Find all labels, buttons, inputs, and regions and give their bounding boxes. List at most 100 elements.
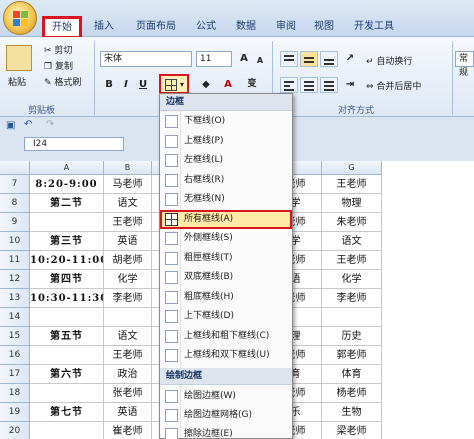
align-center-icon[interactable] — [300, 77, 318, 93]
border-dropdown-button[interactable]: ▾ — [159, 74, 189, 94]
table-cell[interactable]: 第七节 — [30, 403, 104, 422]
column-header[interactable]: A — [30, 161, 104, 175]
table-cell[interactable]: 第五节 — [30, 327, 104, 346]
table-cell[interactable]: 第三节 — [30, 232, 104, 251]
font-size-select[interactable]: 11 — [196, 51, 232, 67]
cut-button[interactable]: ✂ 剪切 — [44, 43, 72, 56]
table-cell[interactable] — [30, 384, 104, 403]
table-cell[interactable]: 英语 — [104, 232, 152, 251]
number-format-select[interactable]: 常规 — [455, 51, 474, 78]
save-icon[interactable]: ▣ — [6, 120, 15, 131]
row-header[interactable]: 9 — [0, 213, 30, 232]
shrink-font-button[interactable]: A — [252, 53, 268, 68]
name-box[interactable]: I24 — [24, 137, 124, 151]
office-button[interactable] — [3, 1, 37, 35]
table-cell[interactable]: 王老师 — [104, 213, 152, 232]
phonetic-button[interactable]: 变 — [244, 77, 260, 92]
table-cell[interactable]: 化学 — [104, 270, 152, 289]
table-cell[interactable]: 化学 — [322, 270, 382, 289]
font-color-button[interactable]: A — [220, 77, 236, 92]
table-cell[interactable]: 王老师 — [104, 346, 152, 365]
table-cell[interactable]: 李老师 — [104, 289, 152, 308]
table-cell[interactable]: 10:20-11:00 — [30, 251, 104, 270]
menu-item-border[interactable]: 左框线(L) — [160, 151, 292, 171]
table-cell[interactable]: 政治 — [104, 365, 152, 384]
table-cell[interactable]: 英语 — [104, 403, 152, 422]
redo-icon[interactable]: ↷ — [46, 119, 54, 130]
table-cell[interactable]: 8:20-9:00 — [30, 175, 104, 194]
row-header[interactable]: 13 — [0, 289, 30, 308]
align-top-icon[interactable] — [280, 51, 298, 67]
table-cell[interactable]: 第六节 — [30, 365, 104, 384]
row-header[interactable]: 10 — [0, 232, 30, 251]
tab-data[interactable]: 数据 — [228, 18, 264, 37]
row-header[interactable]: 15 — [0, 327, 30, 346]
row-header[interactable]: 11 — [0, 251, 30, 270]
indent-icon[interactable]: ⇥ — [342, 77, 358, 92]
menu-item-border[interactable]: 右框线(R) — [160, 171, 292, 191]
tab-home[interactable]: 开始 — [42, 16, 82, 39]
font-name-select[interactable]: 宋体 — [100, 51, 192, 67]
menu-item-border[interactable]: 所有框线(A) — [160, 209, 292, 229]
table-cell[interactable]: 胡老师 — [104, 251, 152, 270]
table-cell[interactable] — [30, 346, 104, 365]
tab-review[interactable]: 审阅 — [268, 18, 304, 37]
italic-button[interactable]: I — [118, 77, 134, 92]
align-right-icon[interactable] — [320, 77, 338, 93]
align-left-icon[interactable] — [280, 77, 298, 93]
paste-button[interactable]: 粘贴 — [8, 75, 26, 88]
row-header[interactable]: 16 — [0, 346, 30, 365]
row-header[interactable]: 20 — [0, 422, 30, 439]
table-cell[interactable] — [30, 422, 104, 439]
table-cell[interactable]: 王老师 — [322, 251, 382, 270]
table-cell[interactable]: 第二节 — [30, 194, 104, 213]
row-header[interactable]: 12 — [0, 270, 30, 289]
tab-developer[interactable]: 开发工具 — [344, 18, 404, 37]
grow-font-button[interactable]: A — [236, 51, 252, 66]
menu-item-border[interactable]: 无框线(N) — [160, 190, 292, 210]
table-cell[interactable]: 郭老师 — [322, 346, 382, 365]
fill-color-icon[interactable]: ◆ — [198, 77, 214, 92]
menu-item-border[interactable]: 粗匣框线(T) — [160, 249, 292, 269]
menu-item-border[interactable]: 上框线和双下框线(U) — [160, 346, 292, 366]
table-cell[interactable]: 10:30-11:30 — [30, 289, 104, 308]
row-header[interactable]: 17 — [0, 365, 30, 384]
align-bottom-icon[interactable] — [320, 51, 338, 67]
tab-formulas[interactable]: 公式 — [188, 18, 224, 37]
select-all-corner[interactable] — [0, 161, 30, 175]
table-cell[interactable]: 物理 — [322, 194, 382, 213]
row-header[interactable]: 14 — [0, 308, 30, 327]
table-cell[interactable]: 梁老师 — [322, 422, 382, 439]
table-cell[interactable]: 王老师 — [322, 175, 382, 194]
table-cell[interactable]: 杨老师 — [322, 384, 382, 403]
menu-item-border[interactable]: 粗底框线(H) — [160, 288, 292, 308]
undo-icon[interactable]: ↶ — [24, 119, 32, 130]
tab-insert[interactable]: 插入 — [86, 18, 122, 37]
table-cell[interactable]: 朱老师 — [322, 213, 382, 232]
wrap-text-button[interactable]: ↵ 自动换行 — [366, 54, 412, 67]
format-painter-button[interactable]: ✎ 格式刷 — [44, 75, 81, 88]
menu-item-border[interactable]: 上下框线(D) — [160, 307, 292, 327]
tab-page-layout[interactable]: 页面布局 — [128, 18, 184, 37]
bold-button[interactable]: B — [101, 77, 117, 92]
table-cell[interactable]: 崔老师 — [104, 422, 152, 439]
table-cell[interactable]: 张老师 — [104, 384, 152, 403]
column-header[interactable]: B — [104, 161, 152, 175]
column-header[interactable]: G — [322, 161, 382, 175]
merge-center-button[interactable]: ⇔ 合并后居中 — [366, 79, 421, 92]
menu-item-draw[interactable]: 绘图边框(W) — [160, 387, 292, 406]
table-cell[interactable]: 生物 — [322, 403, 382, 422]
align-middle-icon[interactable] — [300, 51, 318, 67]
table-cell[interactable]: 马老师 — [104, 175, 152, 194]
menu-item-draw[interactable]: 绘图边框网格(G) — [160, 406, 292, 425]
paste-icon[interactable] — [6, 45, 32, 71]
underline-button[interactable]: U — [135, 77, 151, 92]
orientation-icon[interactable]: ↗ — [342, 51, 358, 66]
menu-item-border[interactable]: 外侧框线(S) — [160, 229, 292, 249]
menu-item-border[interactable]: 下框线(O) — [160, 112, 292, 132]
table-cell[interactable]: 第四节 — [30, 270, 104, 289]
row-header[interactable]: 7 — [0, 175, 30, 194]
menu-item-border[interactable]: 上框线(P) — [160, 132, 292, 152]
menu-item-border[interactable]: 上框线和粗下框线(C) — [160, 327, 292, 347]
table-cell[interactable] — [30, 308, 104, 327]
